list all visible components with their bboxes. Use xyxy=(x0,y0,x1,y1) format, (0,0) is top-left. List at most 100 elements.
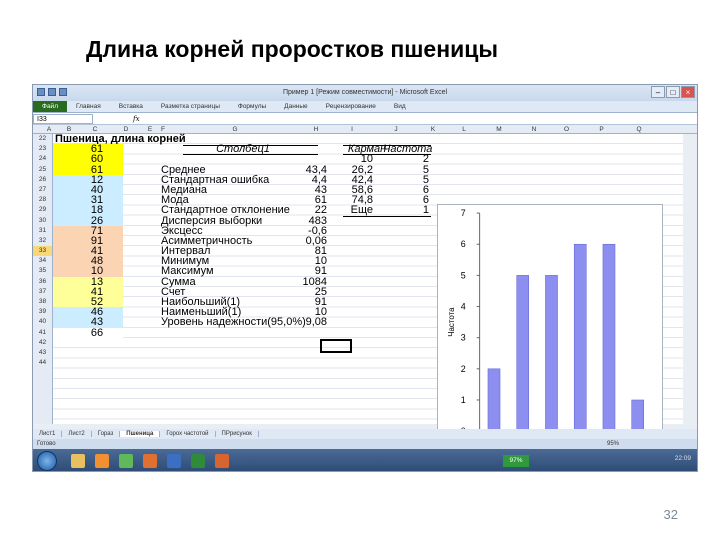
sheet-tab[interactable]: Гораз xyxy=(92,431,121,437)
histogram-chart[interactable]: 01234567Частота1026,242,458,674,8Еще xyxy=(437,204,663,462)
column-header[interactable]: M xyxy=(479,126,519,133)
sheet-tab[interactable]: Лист2 xyxy=(62,431,92,437)
row-number[interactable]: 27 xyxy=(33,185,52,195)
column-header[interactable]: D xyxy=(111,126,141,133)
column-header[interactable]: O xyxy=(549,126,584,133)
window-controls: – □ × xyxy=(651,86,695,98)
row-number[interactable]: 42 xyxy=(33,338,52,348)
close-icon[interactable]: × xyxy=(681,86,695,98)
row-number[interactable]: 30 xyxy=(33,216,52,226)
row-number[interactable]: 28 xyxy=(33,195,52,205)
sheet-tab[interactable]: Горох частотой xyxy=(160,431,216,437)
column-header[interactable]: P xyxy=(584,126,619,133)
row-number[interactable]: 35 xyxy=(33,266,52,276)
ribbon-tab[interactable]: Рецензирование xyxy=(317,101,385,112)
battery-indicator[interactable]: 97% xyxy=(503,455,529,467)
table-rule xyxy=(343,145,431,146)
freq-count[interactable]: 1 xyxy=(383,205,429,216)
color-swatch xyxy=(53,276,71,287)
row-number[interactable]: 39 xyxy=(33,307,52,317)
cell-value[interactable]: 18 xyxy=(71,205,123,216)
name-box[interactable]: I33 xyxy=(33,113,93,124)
sheet-tab[interactable]: Пшеница xyxy=(120,431,161,437)
column-header[interactable]: A xyxy=(39,126,59,133)
color-swatch xyxy=(53,184,71,196)
explorer-icon[interactable] xyxy=(71,454,85,468)
row-number[interactable]: 37 xyxy=(33,287,52,297)
table-rule xyxy=(343,215,431,217)
column-header[interactable]: C xyxy=(79,126,111,133)
maximize-icon[interactable]: □ xyxy=(666,86,680,98)
ribbon-tab[interactable]: Файл xyxy=(33,101,67,112)
column-header[interactable]: Q xyxy=(619,126,659,133)
sheet-tabs: Лист1 Лист2 Гораз Пшеница Горох частотой ПРри… xyxy=(33,429,697,439)
ribbon-tab[interactable]: Главная xyxy=(67,101,110,112)
row-number[interactable]: 23 xyxy=(33,144,52,154)
color-swatch xyxy=(53,164,71,175)
row-number[interactable]: 41 xyxy=(33,328,52,338)
y-tick-label: 3 xyxy=(461,333,466,343)
ribbon-tabs: Файл Главная Вставка Разметка страницы Форму… xyxy=(33,101,697,113)
formula-bar: I33 fx xyxy=(33,113,697,125)
row-number[interactable]: 25 xyxy=(33,165,52,175)
start-button-icon[interactable] xyxy=(37,451,57,471)
row-number[interactable]: 43 xyxy=(33,348,52,358)
zoom-level[interactable]: 95% xyxy=(607,439,619,449)
slide-title: Длина корней проростков пшеницы xyxy=(86,36,499,62)
y-tick-label: 4 xyxy=(461,301,466,311)
minimize-icon[interactable]: – xyxy=(651,86,665,98)
freq-pocket[interactable]: Еще xyxy=(343,205,373,216)
column-header[interactable]: B xyxy=(59,126,79,133)
ribbon-tab[interactable]: Вид xyxy=(385,101,415,112)
chrome-icon[interactable] xyxy=(119,454,133,468)
column-header[interactable]: G xyxy=(167,126,303,133)
clock[interactable]: 22:09 xyxy=(675,455,691,462)
histogram-bar xyxy=(602,243,616,432)
slide-number: 32 xyxy=(663,507,678,522)
column-header[interactable]: J xyxy=(375,126,417,133)
ribbon-tab[interactable]: Данные xyxy=(275,101,316,112)
row-number[interactable]: 31 xyxy=(33,226,52,236)
stat-value[interactable]: 22 xyxy=(267,205,327,216)
ribbon-tab[interactable]: Вставка xyxy=(110,101,152,112)
active-cell-selection[interactable] xyxy=(320,339,352,353)
sheet-tab[interactable]: Лист1 xyxy=(33,431,63,437)
row-number[interactable]: 24 xyxy=(33,154,52,164)
row-number[interactable]: 38 xyxy=(33,297,52,307)
column-header[interactable]: F xyxy=(159,126,167,133)
excel-icon[interactable] xyxy=(191,454,205,468)
y-tick-label: 6 xyxy=(461,239,466,249)
row-number[interactable]: 29 xyxy=(33,205,52,215)
cell-value[interactable]: 66 xyxy=(71,327,123,338)
color-swatch xyxy=(53,154,71,165)
sheet-tab[interactable]: ПРрисунок xyxy=(216,431,259,437)
row-number[interactable]: 44 xyxy=(33,358,52,368)
row-number[interactable]: 40 xyxy=(33,317,52,327)
row-number[interactable]: 34 xyxy=(33,256,52,266)
word-icon[interactable] xyxy=(167,454,181,468)
column-header[interactable]: E xyxy=(141,126,159,133)
column-header[interactable]: I xyxy=(329,126,375,133)
row-number[interactable]: 22 xyxy=(33,134,52,144)
powerpoint-icon[interactable] xyxy=(215,454,229,468)
column-header[interactable]: L xyxy=(449,126,479,133)
column-header[interactable]: K xyxy=(417,126,449,133)
row-number[interactable]: 36 xyxy=(33,277,52,287)
column-header[interactable]: H xyxy=(303,126,329,133)
ribbon-tab[interactable]: Разметка страницы xyxy=(152,101,229,112)
color-swatch xyxy=(53,246,71,257)
media-player-icon[interactable] xyxy=(95,454,109,468)
color-swatch xyxy=(53,225,71,236)
table-rule xyxy=(183,154,318,156)
ribbon-tab[interactable]: Формулы xyxy=(229,101,275,112)
y-axis-label: Частота xyxy=(447,307,456,337)
color-swatch xyxy=(53,307,71,318)
stat-value[interactable]: 9,08 xyxy=(267,317,327,328)
worksheet[interactable]: 22 23 24 25 26 27 28 29 30 31 32 33 34 35 36 37 38 39 40 41… xyxy=(33,133,683,462)
firefox-icon[interactable] xyxy=(143,454,157,468)
row-number[interactable]: 26 xyxy=(33,175,52,185)
fx-icon[interactable]: fx xyxy=(133,115,140,123)
column-header[interactable]: N xyxy=(519,126,549,133)
row-number[interactable]: 32 xyxy=(33,236,52,246)
row-number[interactable]: 33 xyxy=(33,246,52,257)
